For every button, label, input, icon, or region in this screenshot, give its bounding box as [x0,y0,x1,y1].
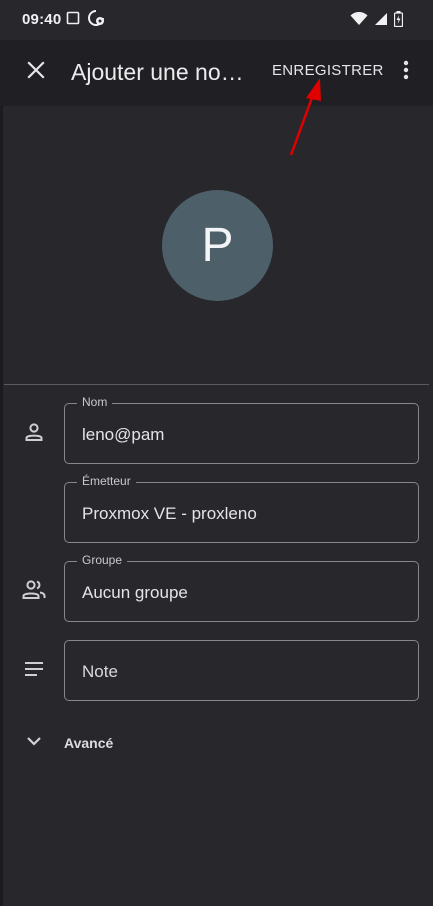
battery-icon [393,11,404,32]
group-field-value: Aucun groupe [82,583,188,602]
status-icons-right [350,11,404,32]
name-field-label: Nom [77,395,113,409]
app-bar: Ajouter une no… ENREGISTRER [0,40,433,106]
chevron-down-icon [26,733,42,751]
divider [4,384,429,385]
avatar[interactable]: P [162,190,273,301]
status-time: 09:40 [22,11,62,28]
person-icon [22,420,46,444]
close-icon [27,60,45,84]
notes-icon [22,657,46,681]
name-field-value: leno@pam [82,425,165,444]
screenshot-icon [66,11,80,30]
page-title: Ajouter une no… [71,59,244,85]
advanced-toggle[interactable] [22,730,46,754]
group-icon [22,578,46,602]
status-bar: 09:40 [0,0,433,40]
name-field[interactable]: Nom leno@pam [64,395,419,464]
avatar-letter: P [201,219,234,272]
issuer-field[interactable]: Émetteur Proxmox VE - proxleno [64,474,419,543]
save-button[interactable]: ENREGISTRER [272,62,384,79]
note-field-placeholder: Note [82,662,118,681]
advanced-label[interactable]: Avancé [64,735,113,751]
signal-icon [374,12,388,31]
sync-settings-icon [88,9,105,31]
left-edge-shadow [0,106,3,906]
group-field[interactable]: Groupe Aucun groupe [64,553,419,622]
issuer-field-label: Émetteur [77,474,136,488]
group-field-label: Groupe [77,553,128,567]
status-icons-left [66,9,105,31]
note-field[interactable]: Note [64,640,419,701]
wifi-icon [350,11,368,31]
more-vert-icon [403,60,409,85]
close-button[interactable] [22,58,50,86]
more-options-button[interactable] [398,58,414,86]
issuer-field-value: Proxmox VE - proxleno [82,504,257,523]
